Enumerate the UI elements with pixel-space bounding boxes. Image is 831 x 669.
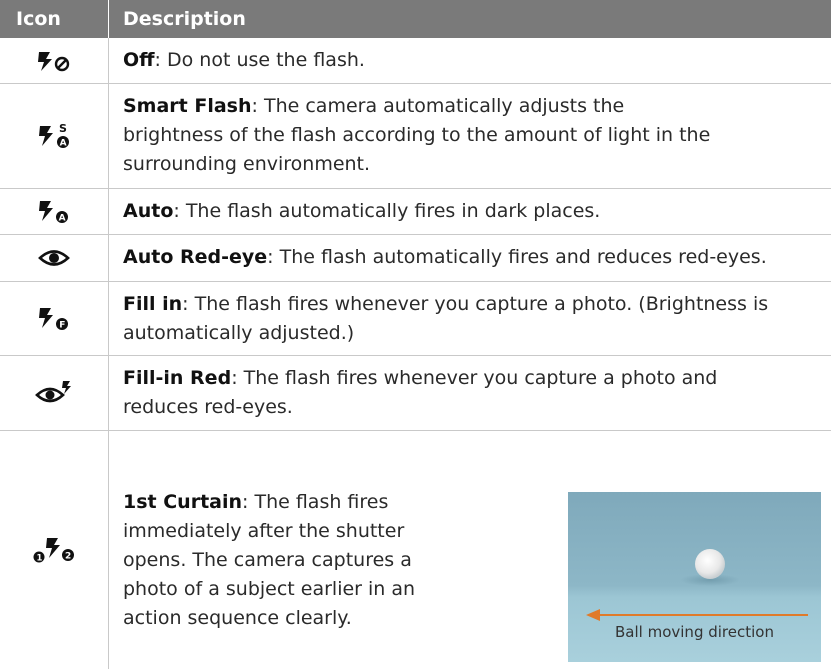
table-row: Fill-in Red: The flash fires whenever yo…: [0, 356, 831, 431]
icon-cell: F: [0, 282, 108, 355]
svg-text:A: A: [59, 213, 66, 223]
ball-motion-photo: Ball moving direction: [568, 492, 821, 662]
icon-cell: [0, 356, 108, 430]
photo-caption: Ball moving direction: [615, 623, 774, 641]
table-row: Off: Do not use the flash.: [0, 38, 831, 84]
icon-cell: S A: [0, 84, 108, 188]
table-header: Icon Description: [0, 0, 831, 38]
svg-text:1: 1: [37, 554, 43, 564]
header-divider: [108, 0, 109, 38]
svg-text:S: S: [59, 122, 67, 135]
description-text: : The flash automatically fires in dark …: [173, 200, 601, 222]
row-description: Smart Flash: The camera automatically ad…: [123, 92, 711, 179]
description-text: : The flash fires whenever you capture a…: [123, 293, 769, 344]
svg-text:F: F: [59, 320, 65, 330]
term-label: Auto Red-eye: [123, 246, 268, 268]
icon-column-header: Icon: [16, 8, 61, 30]
smart-flash-icon: S A: [39, 122, 69, 149]
term-label: 1st Curtain: [123, 491, 243, 513]
row-description: Auto Red-eye: The flash automatically fi…: [123, 243, 823, 272]
first-curtain-icon: 1 2: [33, 538, 74, 564]
fill-in-flash-icon: F: [39, 307, 68, 330]
svg-text:2: 2: [65, 552, 71, 562]
row-description: Fill-in Red: The flash fires whenever yo…: [123, 364, 781, 422]
icon-cell: A: [0, 189, 108, 234]
icon-cell: 1 2: [0, 431, 108, 669]
flash-auto-icon: A: [39, 200, 68, 223]
row-description: Fill in: The flash fires whenever you ca…: [123, 290, 823, 348]
description-text: : Do not use the flash.: [154, 49, 365, 71]
svg-text:A: A: [60, 139, 67, 149]
table-row: Auto Red-eye: The flash automatically fi…: [0, 235, 831, 282]
table-row: F Fill in: The flash fires whenever you …: [0, 282, 831, 356]
term-label: Fill in: [123, 293, 183, 315]
table-row: S A Smart Flash: The camera automaticall…: [0, 84, 831, 189]
description-column-header: Description: [123, 8, 246, 30]
term-label: Off: [123, 49, 155, 71]
auto-red-eye-icon: [38, 250, 70, 266]
row-description: Off: Do not use the flash.: [123, 46, 815, 75]
table-row: A Auto: The flash automatically fires in…: [0, 189, 831, 235]
flash-off-icon: [38, 51, 70, 71]
row-description: 1st Curtain: The flash fires immediately…: [123, 488, 435, 633]
row-description: Auto: The flash automatically fires in d…: [123, 197, 815, 226]
term-label: Auto: [123, 200, 174, 222]
term-label: Fill-in Red: [123, 367, 232, 389]
fill-in-red-eye-icon: [35, 381, 71, 403]
icon-cell: [0, 235, 108, 281]
icon-cell: [0, 38, 108, 83]
term-label: Smart Flash: [123, 95, 252, 117]
description-text: : The flash automatically fires and redu…: [267, 246, 767, 268]
